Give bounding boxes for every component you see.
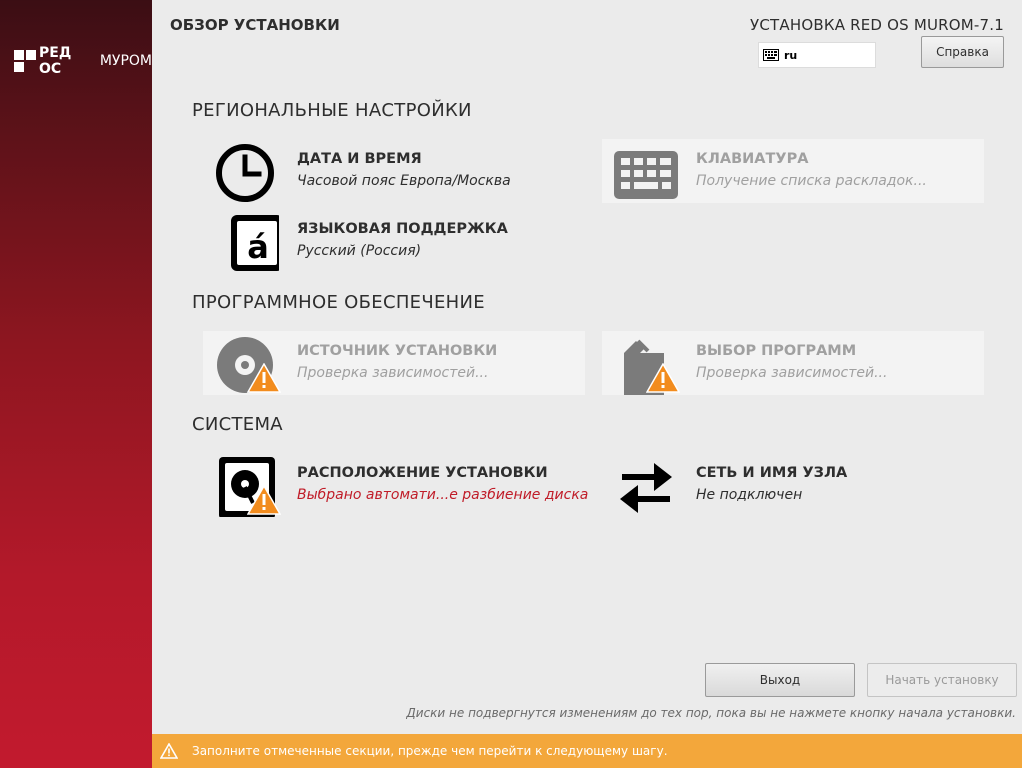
spoke-installation-destination[interactable]: РАСПОЛОЖЕНИЕ УСТАНОВКИ Выбрано автомати.… <box>203 453 589 517</box>
begin-installation-button[interactable]: Начать установку <box>867 663 1017 697</box>
spoke-installation-source[interactable]: ИСТОЧНИК УСТАНОВКИ Проверка зависимостей… <box>203 331 585 395</box>
spoke-title: РАСПОЛОЖЕНИЕ УСТАНОВКИ <box>297 465 548 481</box>
spoke-status: Проверка зависимостей... <box>696 365 888 381</box>
spoke-software-selection[interactable]: ВЫБОР ПРОГРАММ Проверка зависимостей... <box>602 331 984 395</box>
warning-icon <box>160 743 178 759</box>
keyboard-icon <box>614 151 678 199</box>
page-title: ОБЗОР УСТАНОВКИ <box>170 16 340 34</box>
svg-text:á: á <box>247 228 269 266</box>
spoke-title: ЯЗЫКОВАЯ ПОДДЕРЖКА <box>297 221 508 237</box>
spoke-title: КЛАВИАТУРА <box>696 151 809 167</box>
warning-triangle-icon <box>646 363 680 393</box>
spoke-title: ВЫБОР ПРОГРАММ <box>696 343 857 359</box>
sidebar: РЕД ОС МУРОМ <box>0 0 152 768</box>
keyboard-small-icon <box>763 49 779 61</box>
spoke-status: Русский (Россия) <box>297 243 422 259</box>
warning-text: Заполните отмеченные секции, прежде чем … <box>192 744 668 758</box>
help-button[interactable]: Справка <box>921 36 1004 68</box>
section-title-software: ПРОГРАММНОЕ ОБЕСПЕЧЕНИЕ <box>192 292 485 313</box>
warning-triangle-icon <box>247 485 281 515</box>
spoke-status: Часовой пояс Европа/Москва <box>297 173 511 189</box>
language-icon: á <box>231 215 279 271</box>
redos-logo: РЕД ОС МУРОМ <box>14 45 152 77</box>
spoke-title: ДАТА И ВРЕМЯ <box>297 151 422 167</box>
spoke-keyboard[interactable]: КЛАВИАТУРА Получение списка раскладок... <box>602 139 984 203</box>
quit-button[interactable]: Выход <box>705 663 855 697</box>
spoke-status: Не подключен <box>696 487 803 503</box>
section-title-localization: РЕГИОНАЛЬНЫЕ НАСТРОЙКИ <box>192 100 472 121</box>
network-arrows-icon <box>620 463 672 513</box>
spoke-title: СЕТЬ И ИМЯ УЗЛА <box>696 465 848 481</box>
clock-icon <box>216 144 274 202</box>
logo-squares-icon <box>14 50 36 72</box>
section-title-system: СИСТЕМА <box>192 414 283 435</box>
disk-changes-note: Диски не подвергнутся изменениям до тех … <box>406 706 1016 720</box>
keyboard-layout-indicator[interactable]: ru <box>758 42 876 68</box>
keyboard-layout-label: ru <box>784 48 798 62</box>
logo-text-light: МУРОМ <box>99 53 152 69</box>
main-panel: ОБЗОР УСТАНОВКИ УСТАНОВКА RED OS MUROM-7… <box>152 0 1022 768</box>
spoke-language[interactable]: á ЯЗЫКОВАЯ ПОДДЕРЖКА Русский (Россия) <box>203 209 585 273</box>
spoke-title: ИСТОЧНИК УСТАНОВКИ <box>297 343 498 359</box>
warning-triangle-icon <box>247 363 281 393</box>
product-title: УСТАНОВКА RED OS MUROM-7.1 <box>750 16 1004 34</box>
logo-text-bold: РЕД ОС <box>39 45 72 77</box>
spoke-status: Проверка зависимостей... <box>297 365 489 381</box>
spoke-status: Получение списка раскладок... <box>696 173 927 189</box>
spoke-datetime[interactable]: ДАТА И ВРЕМЯ Часовой пояс Европа/Москва <box>203 139 585 203</box>
spoke-status: Выбрано автомати...е разбиение диска <box>297 487 589 503</box>
spoke-network-hostname[interactable]: СЕТЬ И ИМЯ УЗЛА Не подключен <box>602 453 984 517</box>
warning-bar: Заполните отмеченные секции, прежде чем … <box>152 734 1022 768</box>
